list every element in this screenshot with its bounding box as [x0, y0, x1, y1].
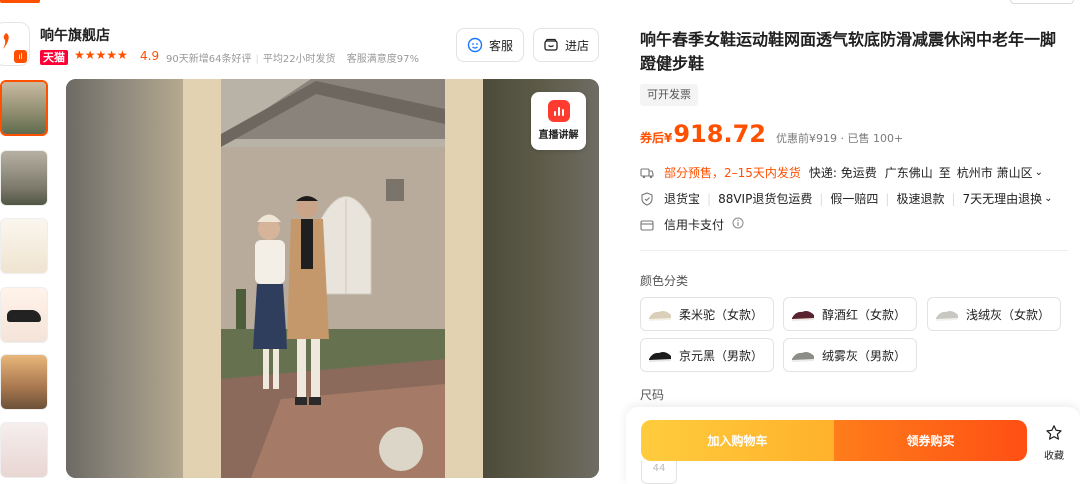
gallery-thumbnail[interactable]	[0, 354, 48, 410]
favorite-label: 收藏	[1044, 451, 1064, 462]
rating-stars-icon: ★★★★★	[74, 48, 128, 62]
coupon-price: 918.72	[673, 120, 766, 148]
store-logo-icon	[3, 33, 9, 49]
customer-service-button[interactable]: 客服	[456, 28, 524, 62]
image-frame-left	[183, 79, 221, 478]
size-option-peek[interactable]: 44	[641, 461, 677, 484]
color-option-label: 浅绒灰（女款）	[966, 307, 1051, 322]
image-frame-right	[445, 79, 483, 478]
price-block: 券后¥ 918.72 优惠前¥919 · 已售 100+	[640, 120, 903, 148]
tmall-tag: 天猫	[40, 50, 68, 65]
payment-label: 信用卡支付	[664, 218, 725, 232]
store-name[interactable]: 响午旗舰店	[40, 25, 110, 45]
store-icon	[544, 38, 558, 51]
color-option-label: 柔米驼（女款）	[679, 307, 764, 322]
shoe-thumbnail-icon	[936, 311, 958, 321]
shoe-thumbnail-icon	[649, 311, 671, 321]
shipping-fee: 快递: 免运费	[808, 166, 877, 180]
ship-from: 广东佛山	[884, 166, 933, 180]
buy-now-button[interactable]: 领券购买	[834, 420, 1027, 461]
ship-to-label: 至	[938, 166, 951, 180]
ship-destination[interactable]: 杭州市 萧山区	[957, 164, 1033, 181]
truck-icon	[640, 166, 654, 180]
header-cut-control	[1010, 0, 1074, 4]
delivery-row[interactable]: 部分预售，2–15天内发货 快递: 免运费 广东佛山 至 杭州市 萧山区 ⌄	[640, 164, 1043, 181]
section-divider	[640, 250, 1068, 251]
enter-store-button[interactable]: 进店	[533, 28, 599, 62]
payment-row: 信用卡支付	[640, 216, 744, 233]
services-row[interactable]: 退货宝 | 88VIP退货包运费 | 假一赔四 | 极速退款 | 7天无理由退换 ⌄	[640, 190, 1053, 207]
price-note: 优惠前¥919 · 已售 100+	[775, 132, 904, 145]
live-explain-label: 直播讲解	[538, 130, 579, 141]
chat-icon	[467, 37, 483, 53]
gallery-thumbnail[interactable]	[0, 218, 48, 274]
price-prefix: 券后¥	[640, 131, 673, 145]
shoe-thumbnail-icon	[792, 311, 814, 321]
couple-walking-photo	[221, 79, 445, 478]
customer-service-label: 客服	[488, 38, 513, 53]
color-option[interactable]: 醇酒红（女款）	[783, 297, 918, 331]
gallery-thumbnail[interactable]	[0, 422, 48, 478]
store-logo[interactable]: ıl	[0, 22, 30, 66]
credit-card-icon	[640, 218, 654, 232]
enter-store-label: 进店	[564, 38, 589, 53]
chevron-down-icon[interactable]: ⌄	[1035, 167, 1043, 178]
store-meta: 90天新增64条好评 | 平均22小时发货 客服满意度97%	[166, 54, 419, 65]
store-meta-satisfaction: 客服满意度97%	[346, 54, 419, 65]
service-7day-return: 7天无理由退换	[962, 192, 1043, 206]
invoice-tag: 可开发票	[640, 84, 698, 106]
store-meta-shipping: 平均22小时发货	[262, 54, 336, 65]
color-option-label: 绒雾灰（男款）	[822, 348, 907, 363]
header-cut-accent	[0, 0, 40, 3]
info-icon[interactable]	[732, 217, 744, 232]
gallery-thumbnail[interactable]	[0, 80, 48, 136]
color-option[interactable]: 柔米驼（女款）	[640, 297, 775, 331]
live-explain-button[interactable]: 直播讲解	[531, 92, 586, 150]
shoe-thumbnail-icon	[792, 352, 814, 362]
service-88vip: 88VIP退货包运费	[718, 192, 813, 206]
gallery-thumbnail[interactable]	[0, 150, 48, 206]
product-main-image[interactable]	[66, 79, 599, 478]
store-meta-reviews: 90天新增64条好评	[166, 54, 252, 65]
favorite-button[interactable]: 收藏	[1036, 424, 1072, 462]
star-outline-icon	[1046, 425, 1062, 440]
store-rating: 4.9	[140, 49, 160, 63]
color-option[interactable]: 浅绒灰（女款）	[927, 297, 1062, 331]
color-option[interactable]: 京元黑（男款）	[640, 338, 775, 372]
add-to-cart-button[interactable]: 加入购物车	[641, 420, 834, 461]
presale-text: 部分预售，2–15天内发货	[664, 166, 801, 180]
service-fake-compensation: 假一赔四	[830, 192, 879, 206]
shoe-thumbnail-icon	[649, 352, 671, 362]
service-return-insurance: 退货宝	[664, 192, 701, 206]
image-blur-left	[66, 79, 183, 478]
chevron-down-icon[interactable]: ⌄	[1044, 193, 1052, 204]
live-bars-icon	[547, 100, 570, 122]
color-option-label: 醇酒红（女款）	[822, 307, 907, 322]
service-fast-refund: 极速退款	[896, 192, 945, 206]
color-section-label: 颜色分类	[640, 274, 689, 288]
size-section-label: 尺码	[640, 388, 665, 402]
color-option[interactable]: 绒雾灰（男款）	[783, 338, 918, 372]
shield-icon	[640, 191, 654, 206]
store-logo-badge: ıl	[14, 50, 27, 63]
color-option-label: 京元黑（男款）	[679, 348, 764, 363]
product-title: 响午春季女鞋运动鞋网面透气软底防滑减震休闲中老年一脚蹬健步鞋	[640, 30, 1057, 73]
gallery-thumbnail[interactable]	[0, 287, 48, 343]
